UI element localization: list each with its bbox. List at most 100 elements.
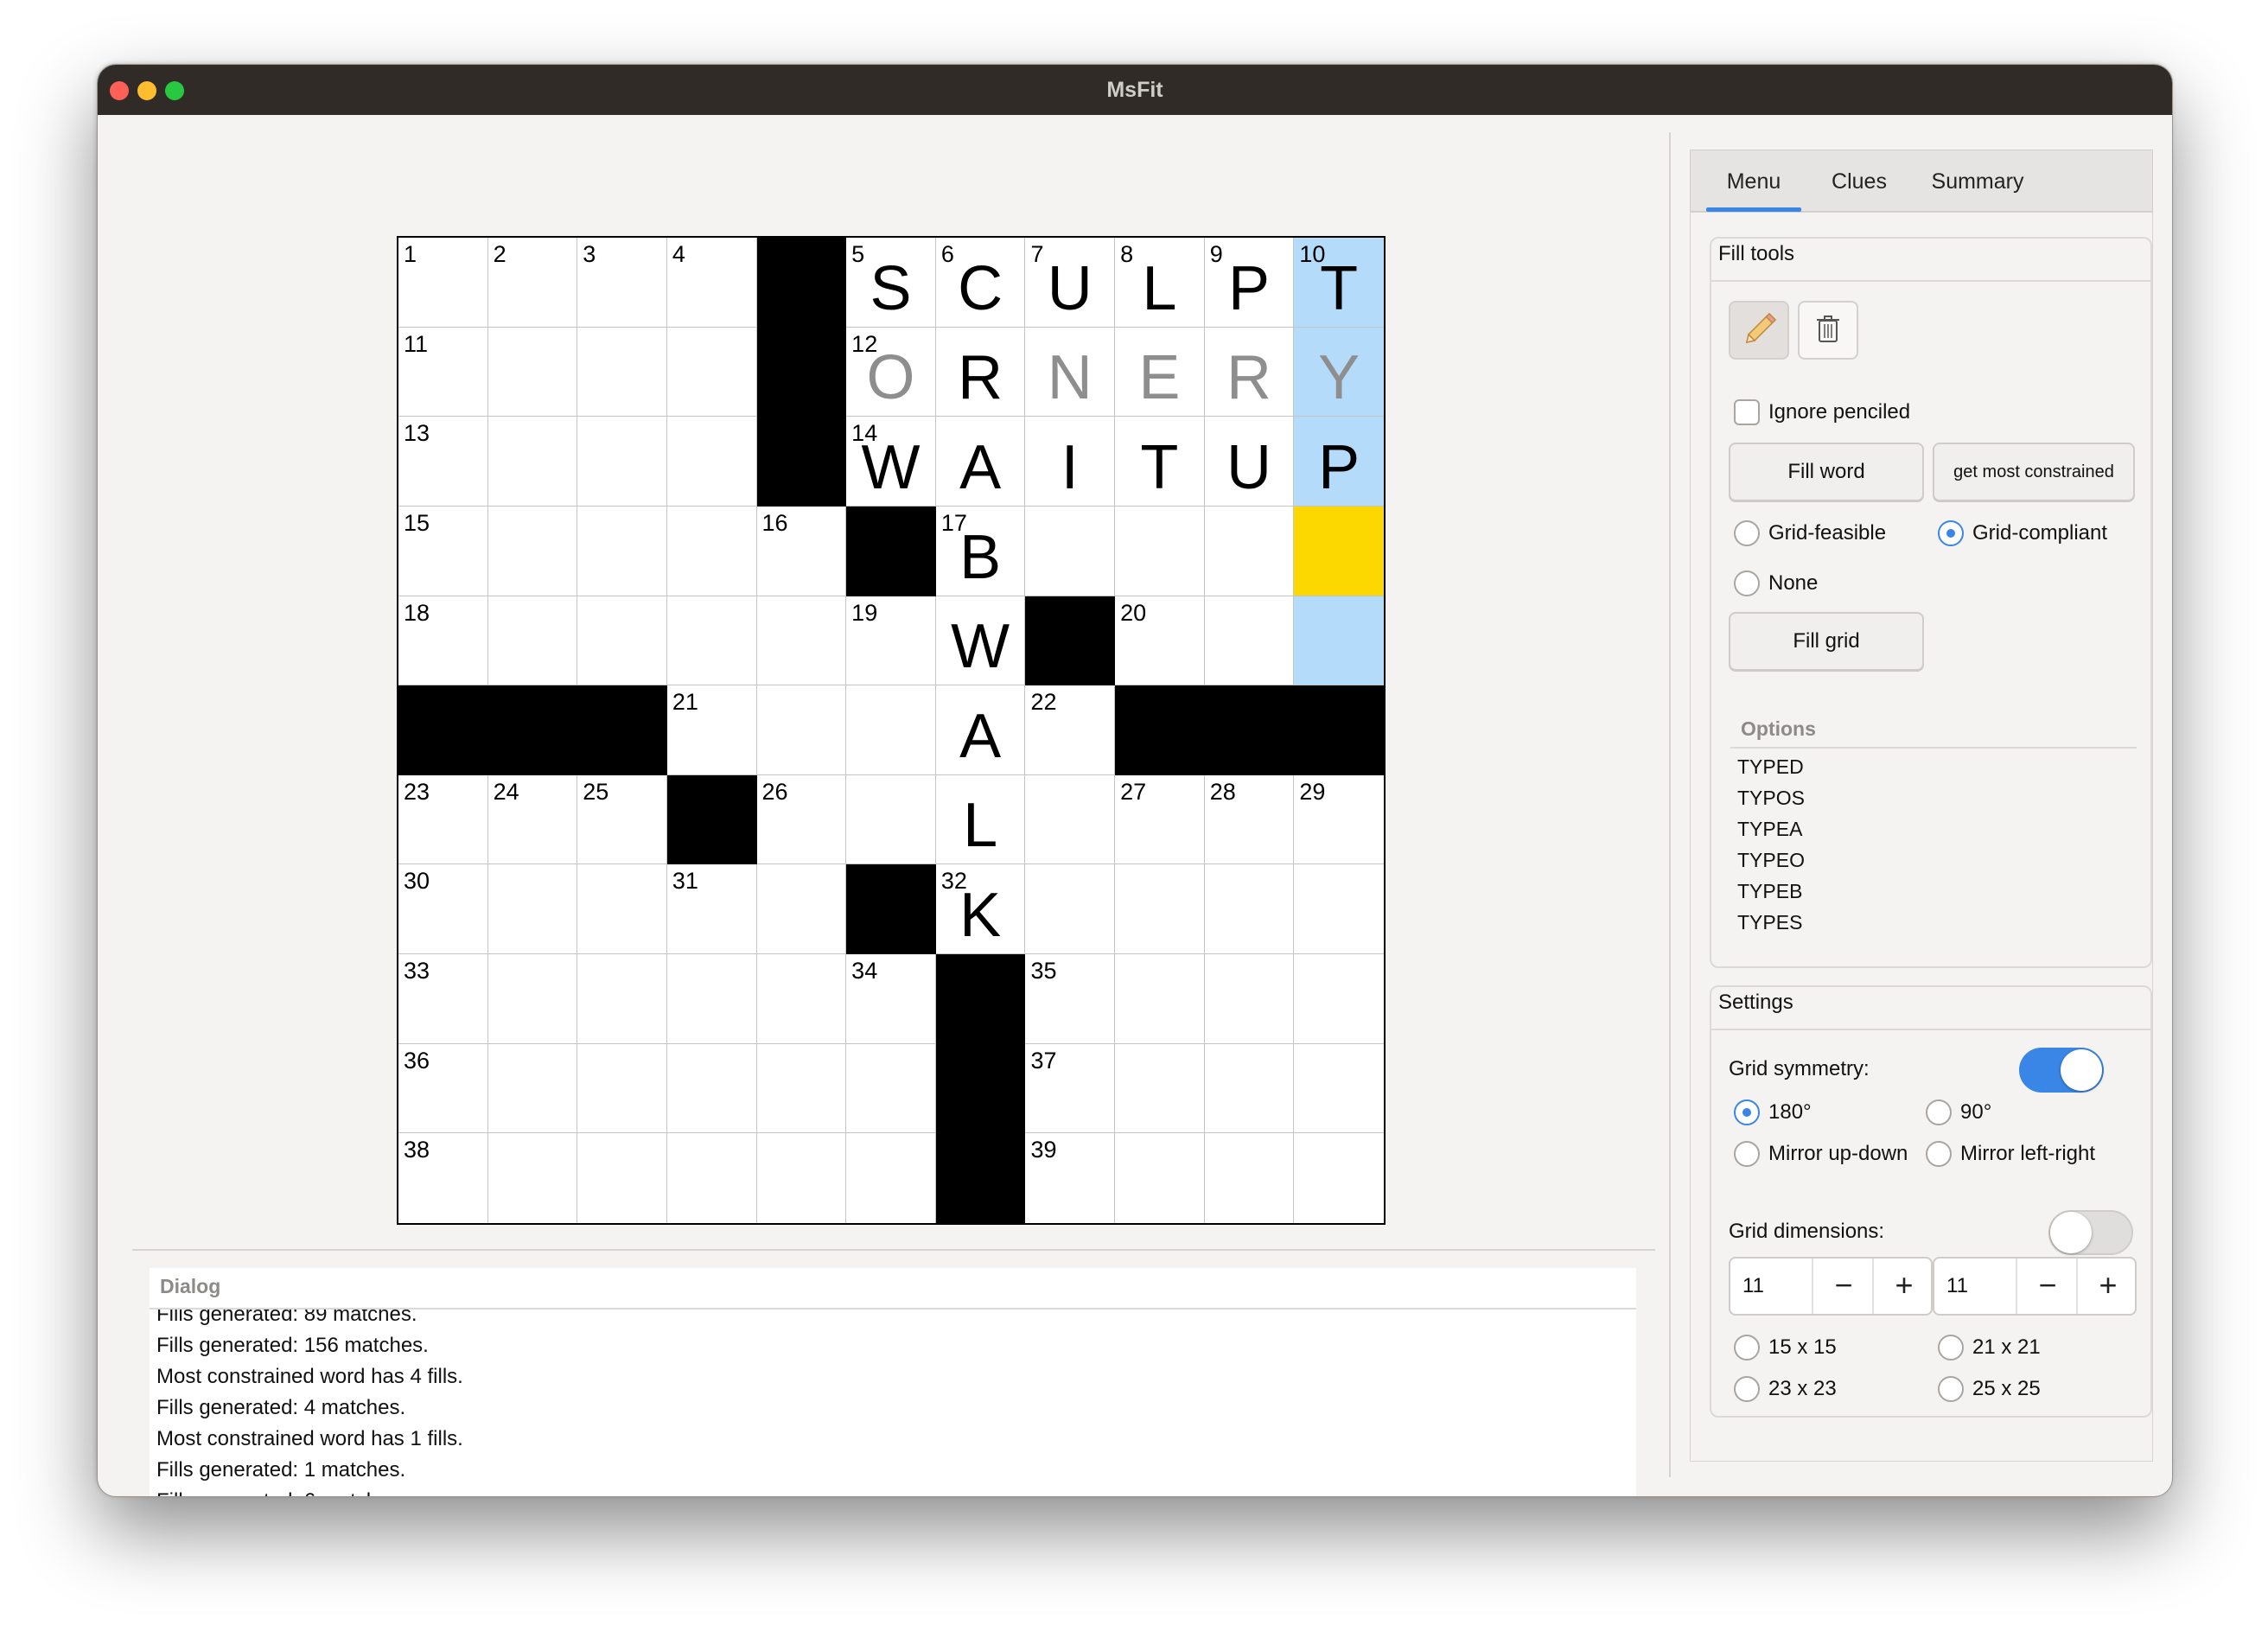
grid-cell[interactable]: 20 (1115, 596, 1205, 686)
get-most-constrained-button[interactable]: get most constrained (1933, 443, 2135, 501)
grid-cell[interactable]: 3 (577, 238, 667, 328)
black-square[interactable] (935, 1043, 1026, 1134)
grid-cell[interactable] (1204, 954, 1295, 1044)
grid-cell[interactable] (1115, 1133, 1205, 1223)
grid-cell[interactable] (1204, 1043, 1295, 1134)
pencil-button[interactable] (1729, 301, 1789, 360)
grid-cell[interactable]: 29 (1294, 775, 1384, 865)
grid-cell[interactable]: 21 (666, 685, 757, 775)
mirror-left-right-radio[interactable] (1926, 1141, 1952, 1167)
grid-cell[interactable]: 27 (1115, 774, 1205, 865)
black-square[interactable] (487, 685, 578, 775)
black-square[interactable] (935, 954, 1026, 1044)
grid-cell[interactable] (666, 596, 757, 686)
grid-cell[interactable]: 25 (577, 774, 667, 865)
grid-cell[interactable] (577, 506, 667, 596)
grid-cell[interactable] (1025, 864, 1116, 955)
rows-value[interactable]: 11 (1742, 1259, 1764, 1314)
grid-cell[interactable]: 8L (1115, 238, 1205, 328)
cols-decrement-button[interactable]: − (2016, 1259, 2078, 1314)
grid-cell[interactable] (1204, 596, 1295, 686)
grid-cell[interactable]: 24 (487, 774, 578, 865)
grid-cell[interactable] (1294, 1044, 1384, 1134)
black-square[interactable] (756, 417, 847, 507)
grid-cell[interactable] (577, 327, 667, 417)
grid-cell[interactable] (577, 864, 667, 955)
grid-cell[interactable] (1294, 596, 1384, 686)
grid-cell[interactable] (666, 417, 757, 507)
grid-cell[interactable]: Y (1294, 327, 1384, 417)
grid-cell[interactable]: 12 O (846, 327, 936, 417)
grid-cell[interactable]: 33 (398, 954, 488, 1044)
grid-cell[interactable]: 30 (398, 864, 488, 955)
grid-cell[interactable] (577, 596, 667, 686)
grid-cell[interactable]: 7U (1025, 238, 1116, 328)
grid-cell[interactable]: 31 (666, 864, 757, 955)
grid-cell[interactable] (666, 327, 757, 417)
grid-cell[interactable] (846, 685, 936, 775)
grid-cell[interactable] (1025, 506, 1116, 596)
grid-cell[interactable]: 16 (756, 506, 847, 596)
grid-cell[interactable]: 11 (398, 327, 488, 417)
grid-cell[interactable]: N (1025, 327, 1116, 417)
fill-word-button[interactable]: Fill word (1729, 443, 1924, 501)
grid-cell[interactable]: R (935, 327, 1026, 417)
grid-dimensions-toggle[interactable] (2048, 1210, 2133, 1255)
black-square[interactable] (935, 1133, 1026, 1223)
grid-cell[interactable]: 5S (846, 238, 936, 328)
crossword-grid[interactable]: 1 2 3 4 5 S 6 C 7 U 8 L 9 P 10 T 11 12 O R N E R Y 13 14 W A I T U P 15 1… (397, 236, 1386, 1225)
grid-cell[interactable] (577, 1043, 667, 1134)
vertical-pane-divider[interactable] (1669, 132, 1671, 1477)
grid-cell[interactable] (487, 506, 578, 596)
grid-cell[interactable]: 4 (666, 238, 757, 328)
grid-cell[interactable] (666, 954, 757, 1044)
grid-cell[interactable]: R (1204, 327, 1295, 417)
tab-clues[interactable]: Clues (1812, 150, 1907, 213)
black-square[interactable] (756, 327, 847, 417)
grid-cell[interactable]: U (1204, 417, 1295, 507)
grid-cell[interactable] (487, 417, 578, 507)
grid-cell[interactable]: A (935, 417, 1026, 507)
black-square[interactable] (398, 685, 488, 775)
tab-summary[interactable]: Summary (1917, 150, 2038, 213)
preset-25-radio[interactable] (1938, 1376, 1964, 1402)
none-radio[interactable] (1734, 570, 1760, 596)
grid-cell[interactable]: 26 (756, 774, 847, 865)
grid-cell[interactable] (756, 864, 847, 955)
grid-cell[interactable] (487, 596, 578, 686)
grid-cell[interactable]: P (1294, 417, 1384, 507)
grid-compliant-radio[interactable] (1938, 520, 1964, 546)
cols-value[interactable]: 11 (1946, 1259, 1968, 1314)
grid-cell[interactable]: 14 W (846, 417, 936, 507)
grid-cell[interactable] (488, 1133, 578, 1223)
black-square[interactable] (846, 506, 936, 596)
grid-cell[interactable] (667, 1133, 757, 1223)
option-item[interactable]: TYPEA (1737, 816, 1802, 842)
grid-cell[interactable] (487, 327, 578, 417)
option-item[interactable]: TYPED (1737, 754, 1804, 780)
grid-cell[interactable]: 37 (1025, 1043, 1116, 1134)
grid-cell[interactable]: L (935, 774, 1026, 865)
grid-cell[interactable]: 6C (935, 238, 1026, 328)
grid-cell[interactable] (1294, 954, 1384, 1044)
grid-cell[interactable]: 15 (398, 506, 488, 596)
grid-cell[interactable]: 2 (487, 238, 578, 328)
grid-cell[interactable] (1025, 774, 1116, 865)
option-item[interactable]: TYPOS (1737, 785, 1805, 811)
black-square[interactable] (756, 238, 847, 328)
grid-cell[interactable]: 23 (398, 774, 488, 865)
grid-cell[interactable] (1205, 1133, 1295, 1223)
cols-spinner[interactable]: 11 − + (1933, 1257, 2137, 1316)
preset-21-radio[interactable] (1938, 1335, 1964, 1361)
mirror-up-down-radio[interactable] (1734, 1141, 1760, 1167)
grid-cell[interactable] (577, 954, 667, 1044)
black-square[interactable] (1294, 685, 1384, 775)
grid-cell[interactable] (487, 954, 578, 1044)
grid-cell[interactable] (756, 954, 847, 1044)
grid-cell[interactable]: A (935, 685, 1026, 775)
grid-cell[interactable] (1204, 506, 1295, 596)
grid-cell[interactable]: 9P (1204, 238, 1295, 328)
grid-cell[interactable]: 1 (398, 238, 488, 328)
grid-cell[interactable]: 36 (398, 1043, 488, 1134)
preset-15-radio[interactable] (1734, 1335, 1760, 1361)
